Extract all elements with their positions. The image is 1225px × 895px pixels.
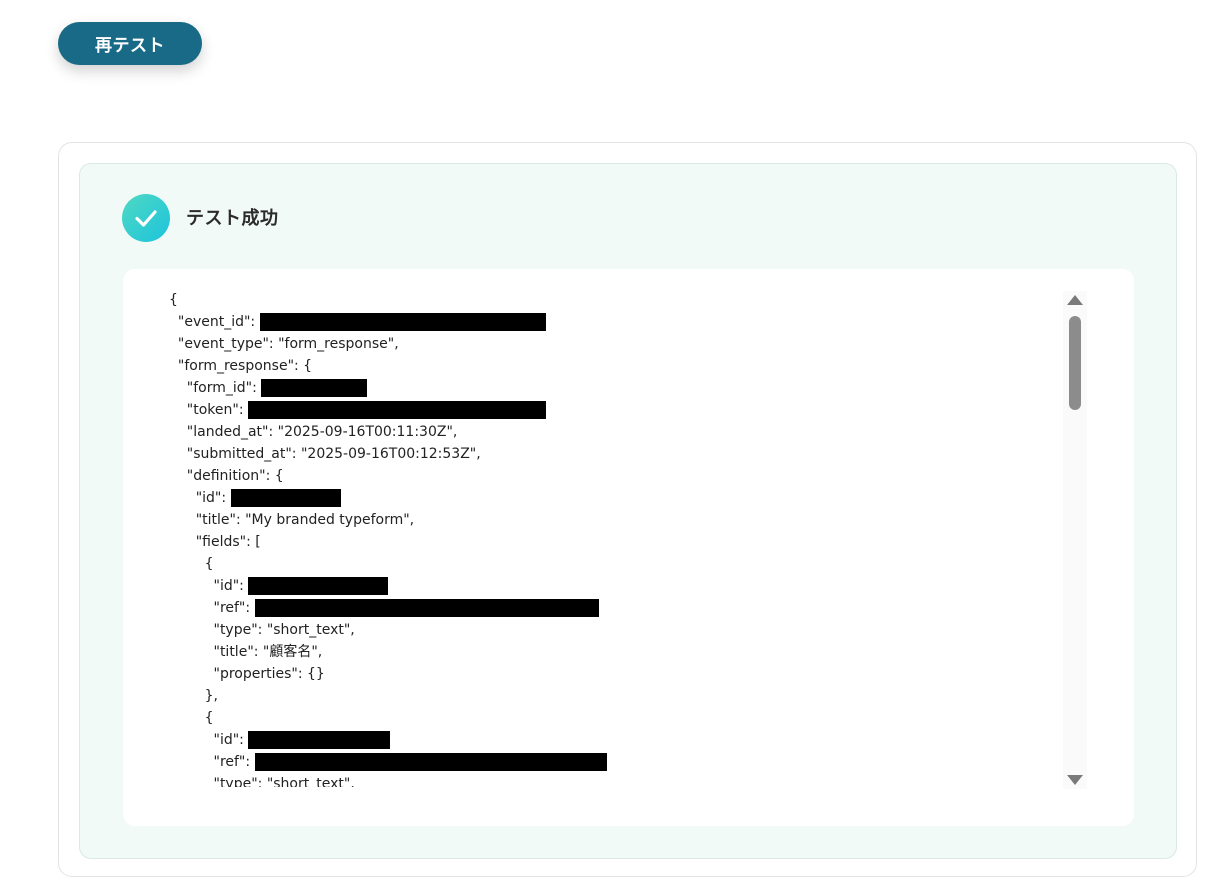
redacted-value [254,753,607,771]
scroll-down-arrow-icon[interactable] [1067,775,1083,785]
json-line: "definition": { [169,465,1049,487]
json-line-text: "form_id": [169,380,262,396]
result-panel: テスト成功 { "event_id": "event_type": "form_… [79,163,1177,859]
json-line-text: "id": [169,732,249,748]
json-line: "form_response": { [169,355,1049,377]
json-output-box: { "event_id": "event_type": "form_respon… [123,269,1134,826]
json-line: "id": [169,575,1049,597]
json-line-text: "ref": [169,754,255,770]
json-line: "submitted_at": "2025-09-16T00:12:53Z", [169,443,1049,465]
json-line-text: "landed_at": "2025-09-16T00:11:30Z", [169,424,458,440]
json-line-text: "properties": {} [169,666,325,682]
check-circle-icon [122,194,170,242]
scrollbar-thumb[interactable] [1069,316,1081,410]
retest-button[interactable]: 再テスト [58,22,202,65]
scrollbar[interactable] [1063,291,1087,789]
json-line-text: "submitted_at": "2025-09-16T00:12:53Z", [169,446,481,462]
status-label: テスト成功 [186,208,279,229]
json-line-text: "event_id": [169,314,260,330]
json-line-text: "ref": [169,600,255,616]
json-line: "fields": [ [169,531,1049,553]
json-line-text: "id": [169,578,249,594]
json-line: "title": "顧客名", [169,641,1049,663]
test-result-card: テスト成功 { "event_id": "event_type": "form_… [58,142,1197,877]
json-line-text: "token": [169,402,248,418]
json-line: "id": [169,487,1049,509]
json-line: { [169,707,1049,729]
json-line: "ref": [169,597,1049,619]
json-line: "type": "short_text", [169,773,1049,787]
json-line: "id": [169,729,1049,751]
json-line-text: "id": [169,490,231,506]
json-line: { [169,553,1049,575]
json-line-text: "form_response": { [169,358,313,374]
redacted-value [248,577,389,595]
json-line: "event_id": [169,311,1049,333]
json-line-text: "definition": { [169,468,284,484]
json-line: "landed_at": "2025-09-16T00:11:30Z", [169,421,1049,443]
json-line-text: "event_type": "form_response", [169,336,399,352]
json-line-text: { [169,556,214,572]
json-line-text: { [169,292,178,308]
redacted-value [261,379,368,397]
json-line-text: { [169,710,214,726]
scroll-up-arrow-icon[interactable] [1067,295,1083,305]
json-output-viewport: { "event_id": "event_type": "form_respon… [169,289,1049,787]
json-line: "event_type": "form_response", [169,333,1049,355]
redacted-value [259,313,546,331]
json-line: }, [169,685,1049,707]
json-line: "type": "short_text", [169,619,1049,641]
redacted-value [248,401,546,419]
redacted-value [230,489,341,507]
json-line: "properties": {} [169,663,1049,685]
json-line-text: "type": "short_text", [169,776,355,787]
json-line: "form_id": [169,377,1049,399]
json-line: "token": [169,399,1049,421]
json-line-text: "type": "short_text", [169,622,355,638]
json-line: { [169,289,1049,311]
json-line-text: "fields": [ [169,534,261,550]
json-line-text: "title": "顧客名", [169,644,323,660]
json-line-text: "title": "My branded typeform", [169,512,415,528]
redacted-value [248,731,391,749]
json-line-text: }, [169,688,218,704]
json-line: "title": "My branded typeform", [169,509,1049,531]
redacted-value [254,599,599,617]
json-line: "ref": [169,751,1049,773]
